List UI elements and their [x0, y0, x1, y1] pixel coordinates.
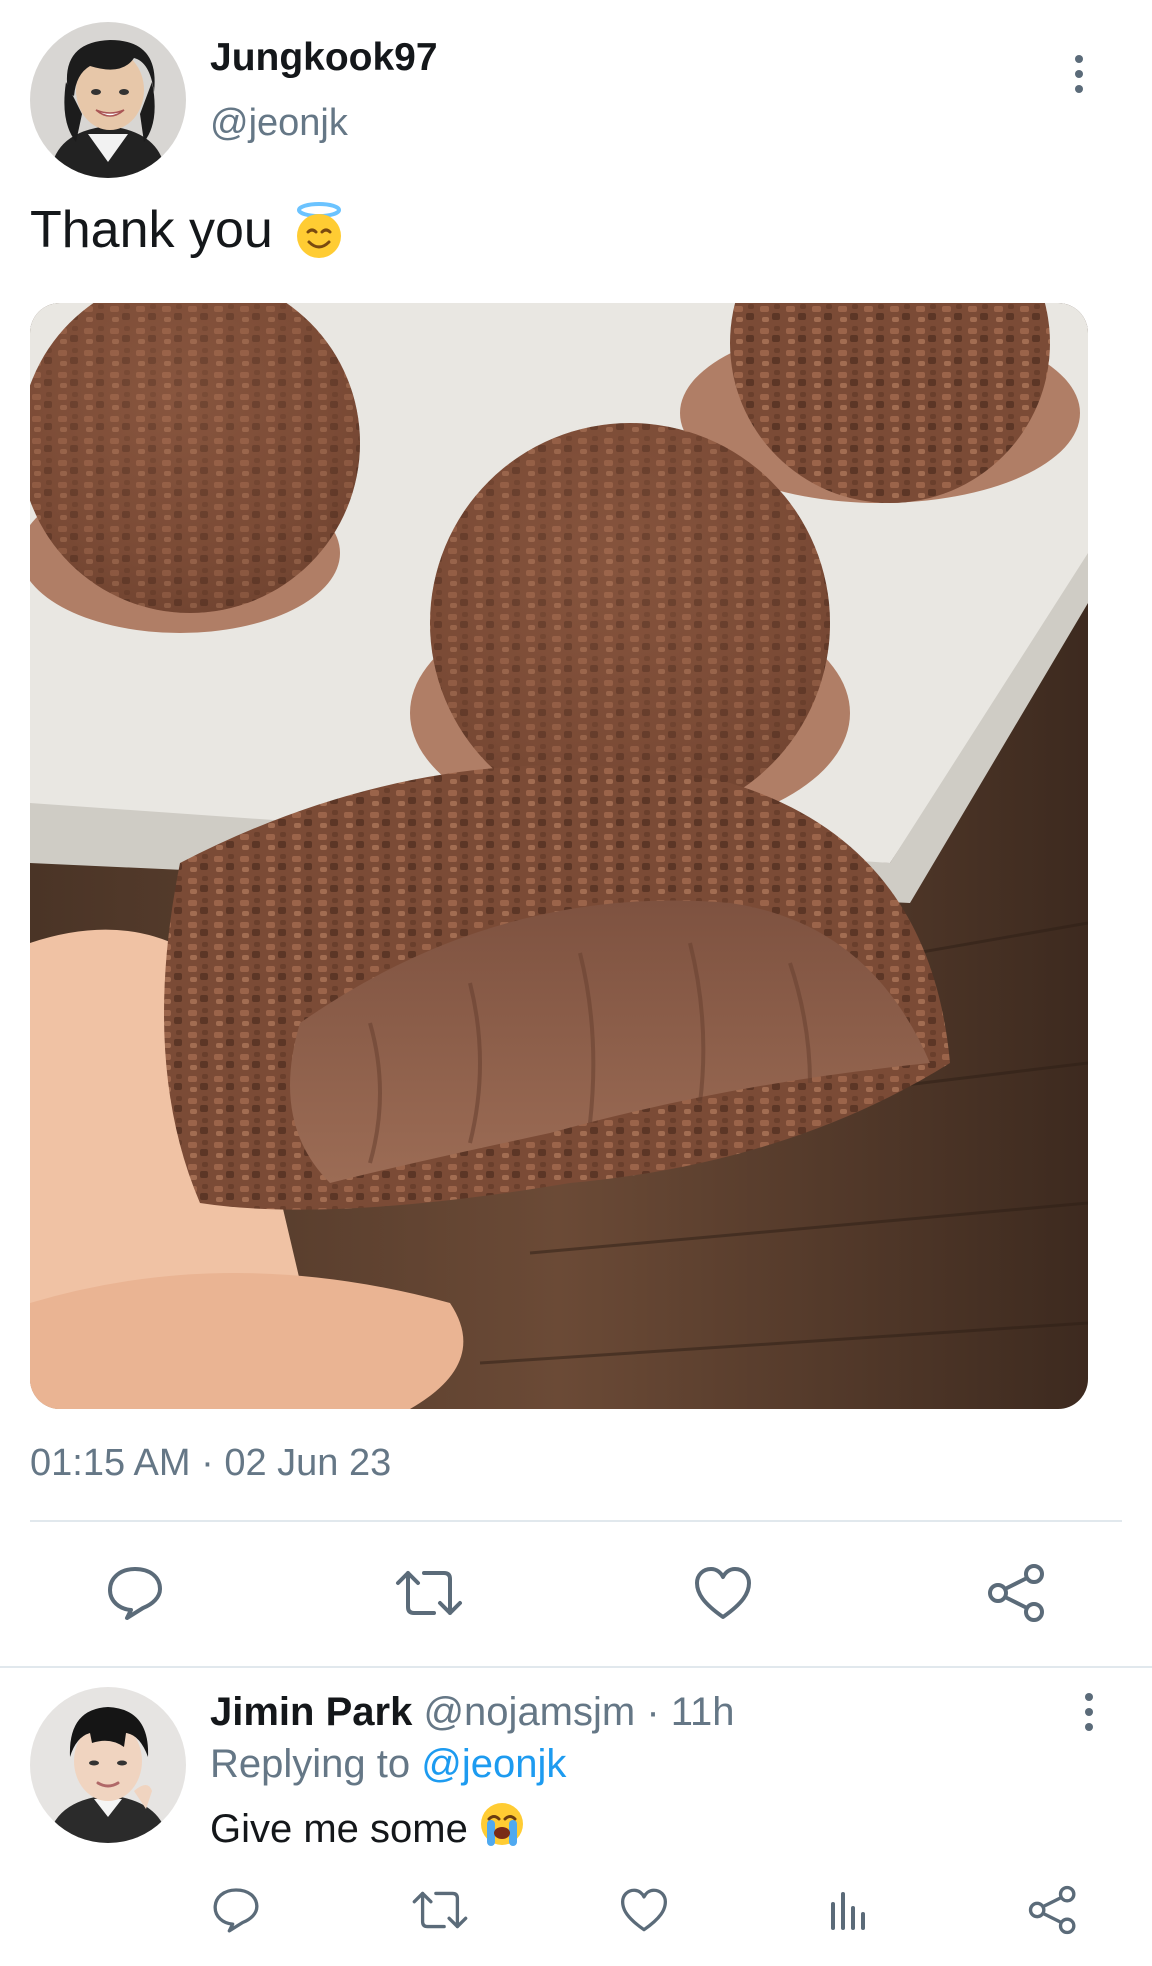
reply-action-retweet-icon[interactable] — [400, 1870, 480, 1950]
retweet-icon[interactable] — [389, 1553, 469, 1633]
replying-to-mention[interactable]: @jeonjk — [421, 1742, 566, 1786]
reply-icon[interactable] — [95, 1553, 175, 1633]
reply-author-name[interactable]: Jimin Park — [210, 1690, 412, 1734]
reply-author-meta: @nojamsjm · 11h — [423, 1690, 735, 1734]
reply-action-analytics-icon[interactable] — [809, 1870, 889, 1950]
reply-text-content: Give me some — [210, 1806, 468, 1851]
smiling-face-with-halo-icon — [289, 200, 349, 260]
author-avatar[interactable] — [30, 22, 186, 178]
tweet-media-image[interactable] — [30, 303, 1088, 1409]
reply-action-like-icon[interactable] — [604, 1870, 684, 1950]
more-options-icon[interactable] — [1059, 44, 1099, 104]
tweet-text-content: Thank you — [30, 201, 273, 259]
author-handle[interactable]: @jeonjk — [210, 102, 348, 145]
author-name[interactable]: Jungkook97 — [210, 36, 438, 80]
divider — [30, 1520, 1122, 1522]
reply-action-reply-icon[interactable] — [196, 1870, 276, 1950]
tweet-header: Jungkook97 @jeonjk — [30, 22, 1122, 182]
tweet-text: Thank you — [30, 200, 349, 260]
share-icon[interactable] — [977, 1553, 1057, 1633]
like-icon[interactable] — [683, 1553, 763, 1633]
reply-text: Give me some — [210, 1800, 526, 1858]
reply-author-avatar[interactable] — [30, 1687, 186, 1843]
loudly-crying-face-icon — [478, 1800, 526, 1858]
divider — [0, 1666, 1152, 1668]
replying-to: Replying to @jeonjk — [210, 1742, 566, 1787]
reply-action-share-icon[interactable] — [1013, 1870, 1093, 1950]
tweet-timestamp: 01:15 AM · 02 Jun 23 — [30, 1442, 392, 1484]
reply-more-options-icon[interactable] — [1069, 1682, 1109, 1742]
replying-to-label: Replying to — [210, 1742, 422, 1786]
reply-header: Jimin Park @nojamsjm · 11h — [210, 1690, 735, 1735]
